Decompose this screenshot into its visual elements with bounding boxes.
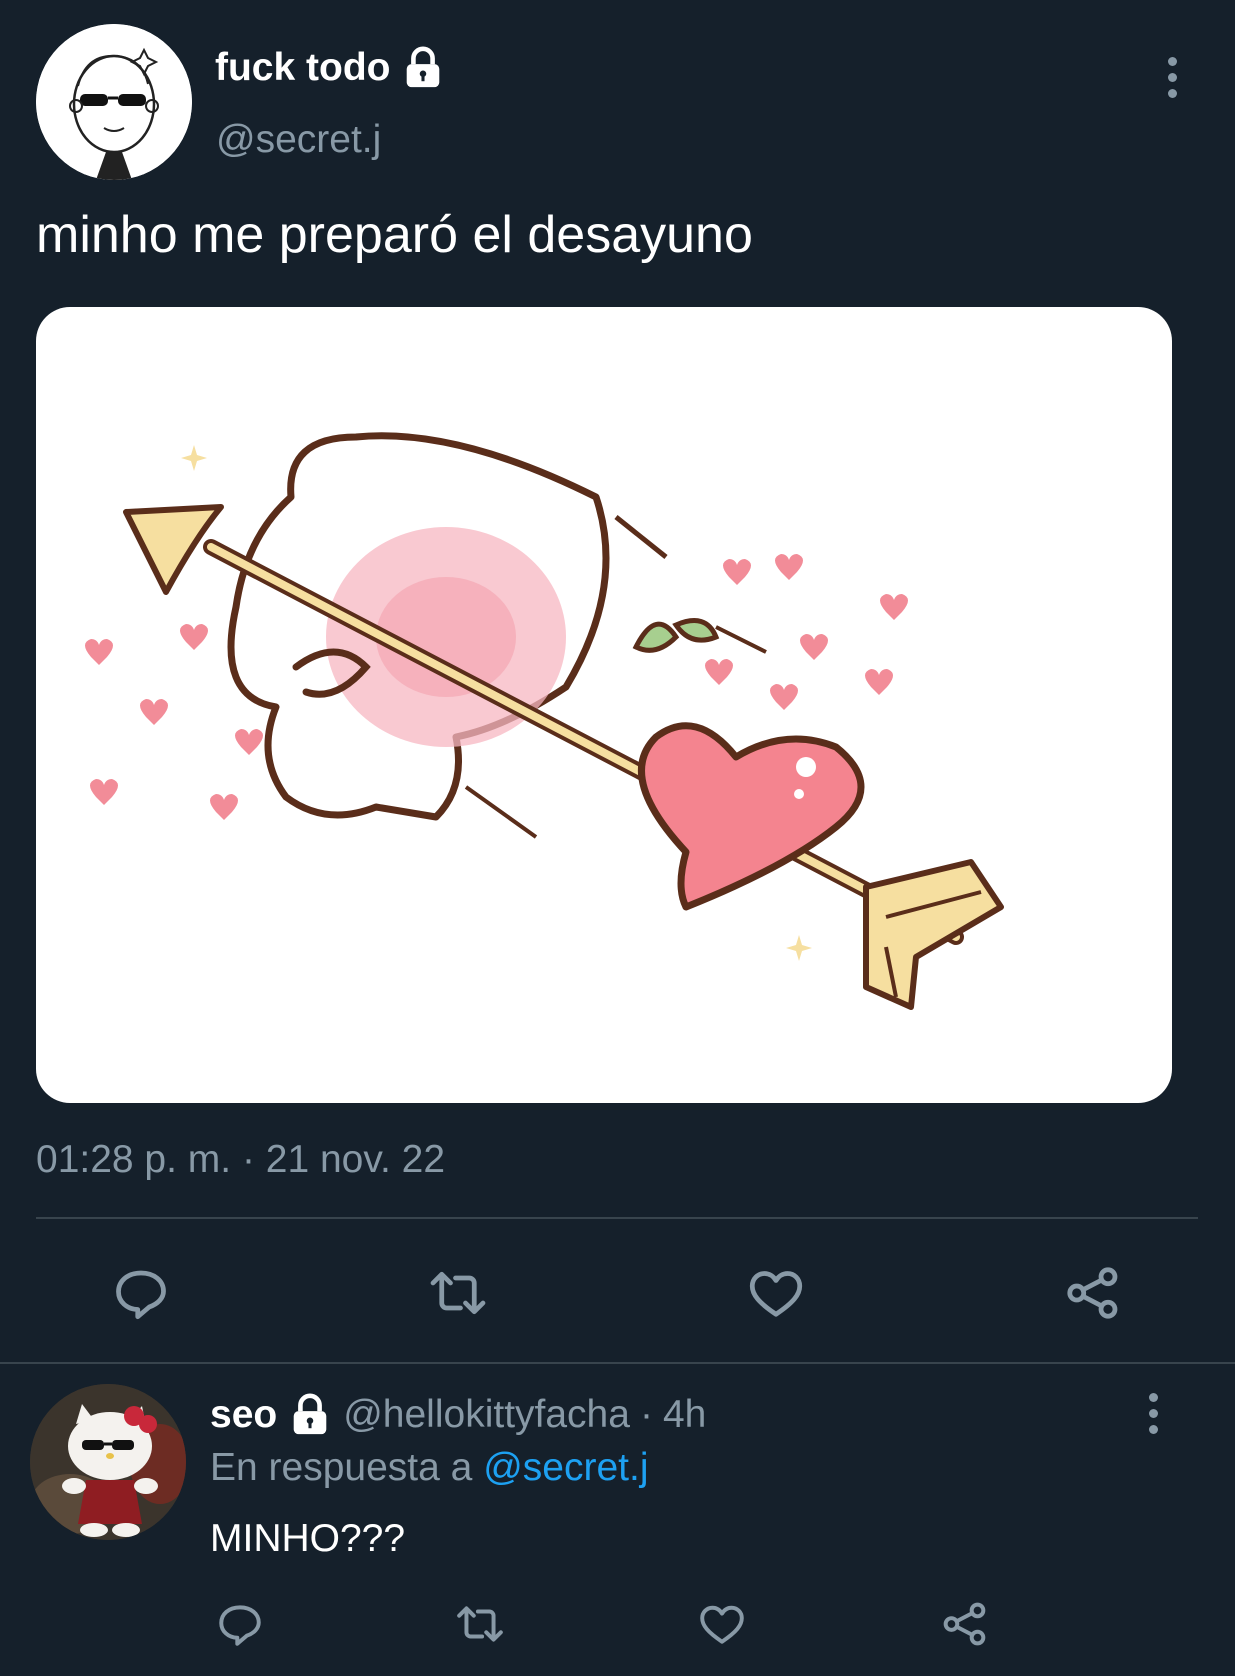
reply-display-name[interactable]: seo <box>210 1393 277 1437</box>
author-display-name[interactable]: fuck todo <box>215 46 390 90</box>
reply-time[interactable]: 4h <box>663 1393 706 1437</box>
reply-author-avatar[interactable] <box>30 1384 186 1540</box>
tweet-media[interactable] <box>36 307 1172 1103</box>
reply-icon <box>116 1270 166 1320</box>
retweet-icon <box>457 1606 503 1642</box>
reply-reply-button[interactable] <box>210 1594 270 1654</box>
separator-dot: · <box>639 1393 653 1436</box>
heart-icon <box>700 1605 744 1644</box>
author-avatar[interactable] <box>36 24 192 180</box>
reply-handle[interactable]: @hellokittyfacha <box>343 1393 630 1437</box>
retweet-icon <box>430 1271 486 1315</box>
lock-icon <box>293 1393 327 1435</box>
reply-more-options-icon[interactable] <box>1147 1393 1159 1434</box>
reply-retweet-button[interactable] <box>448 1594 512 1654</box>
reply-icon <box>219 1605 261 1646</box>
reply-like-button[interactable] <box>692 1594 752 1654</box>
divider <box>36 1217 1198 1219</box>
like-button[interactable] <box>735 1258 817 1328</box>
reply-button[interactable] <box>100 1258 182 1328</box>
cartoon-avatar-icon <box>36 24 192 180</box>
reply-context-label: En respuesta a <box>210 1446 473 1489</box>
tweet-text: minho me preparó el desayuno <box>36 206 753 264</box>
heart-arrow-illustration-icon <box>85 432 1004 1010</box>
share-button[interactable] <box>1052 1258 1134 1328</box>
tweet-timestamp[interactable]: 01:28 p. m. · 21 nov. 22 <box>36 1138 445 1182</box>
share-icon <box>1067 1267 1118 1319</box>
heart-icon <box>749 1271 803 1317</box>
more-options-icon[interactable] <box>1166 57 1178 98</box>
reply-text: MINHO??? <box>210 1517 406 1560</box>
share-icon <box>943 1602 986 1646</box>
lock-icon <box>407 46 440 88</box>
retweet-button[interactable] <box>417 1258 499 1328</box>
hello-kitty-avatar-icon <box>30 1384 186 1540</box>
reply-share-button[interactable] <box>935 1594 995 1654</box>
divider <box>0 1362 1235 1364</box>
author-handle[interactable]: @secret.j <box>216 118 381 162</box>
reply-to-mention-link[interactable]: @secret.j <box>483 1446 648 1489</box>
